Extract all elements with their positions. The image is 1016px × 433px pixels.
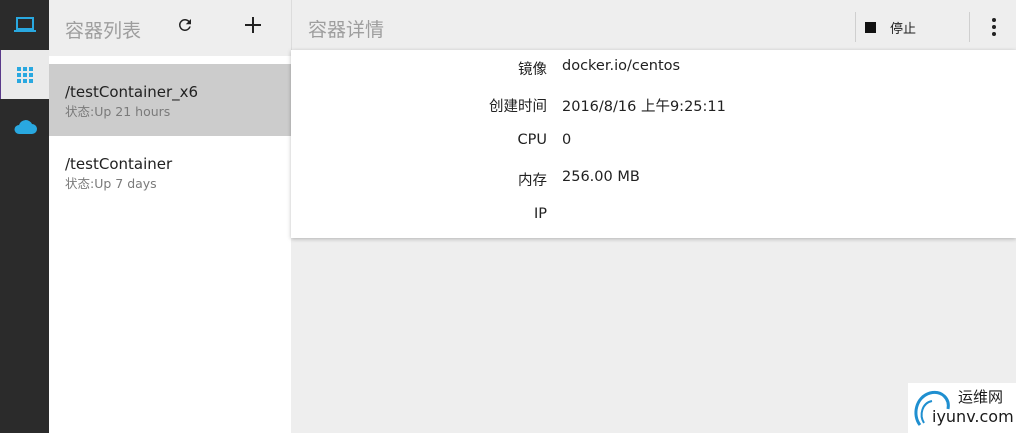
more-vert-icon <box>992 18 996 22</box>
stop-icon <box>865 21 876 33</box>
container-list-panel: 容器列表 /testContainer_x6 状态:Up 21 hours /t… <box>49 0 291 433</box>
detail-row-image: 镜像 docker.io/centos <box>291 50 1016 87</box>
field-label: 创建时间 <box>489 99 547 115</box>
container-list-item[interactable]: /testContainer 状态:Up 7 days <box>49 136 291 208</box>
stop-label: 停止 <box>890 21 917 37</box>
field-label: 镜像 <box>518 62 547 78</box>
rail-item-cloud[interactable] <box>0 102 49 151</box>
field-value: docker.io/centos <box>562 58 681 74</box>
watermark-logo: 运维网 iyunv.com <box>908 383 1016 433</box>
rail-item-containers[interactable] <box>0 50 49 99</box>
container-detail-card: 镜像 docker.io/centos 创建时间 2016/8/16 上午9:2… <box>291 50 1016 238</box>
cloud-icon <box>13 119 37 135</box>
field-label: IP <box>533 206 547 222</box>
container-name: /testContainer_x6 <box>65 83 199 101</box>
detail-row-ip: IP <box>291 198 1016 235</box>
rail-item-devices[interactable] <box>0 0 49 49</box>
header-divider <box>969 12 970 42</box>
detail-row-memory: 内存 256.00 MB <box>291 161 1016 198</box>
field-value: 2016/8/16 上午9:25:11 <box>562 99 726 115</box>
field-value: 0 <box>562 132 572 148</box>
detail-header: 容器详情 停止 <box>291 0 1016 50</box>
container-status: 状态:Up 21 hours <box>65 104 171 119</box>
container-list-header: 容器列表 <box>49 0 291 56</box>
detail-title: 容器详情 <box>308 19 385 41</box>
header-divider <box>855 12 856 42</box>
watermark-bottom-text: iyunv.com <box>932 407 1014 426</box>
more-menu-button[interactable] <box>980 12 1008 42</box>
field-value: 256.00 MB <box>562 169 640 185</box>
refresh-button[interactable] <box>172 14 198 40</box>
apps-grid-icon <box>17 66 33 83</box>
add-container-button[interactable] <box>240 14 266 40</box>
refresh-icon <box>176 16 194 38</box>
container-list-title: 容器列表 <box>65 20 142 42</box>
detail-row-cpu: CPU 0 <box>291 124 1016 161</box>
container-list-item[interactable]: /testContainer_x6 状态:Up 21 hours <box>49 64 291 136</box>
watermark-top-text: 运维网 <box>958 388 1004 406</box>
nav-rail <box>0 0 49 433</box>
field-label: 内存 <box>518 173 547 189</box>
stop-button[interactable]: 停止 <box>865 12 916 42</box>
add-icon <box>245 17 261 37</box>
container-status: 状态:Up 7 days <box>65 176 157 191</box>
detail-row-created: 创建时间 2016/8/16 上午9:25:11 <box>291 87 1016 124</box>
field-label: CPU <box>517 132 547 148</box>
container-name: /testContainer <box>65 155 173 173</box>
laptop-icon <box>13 16 36 33</box>
